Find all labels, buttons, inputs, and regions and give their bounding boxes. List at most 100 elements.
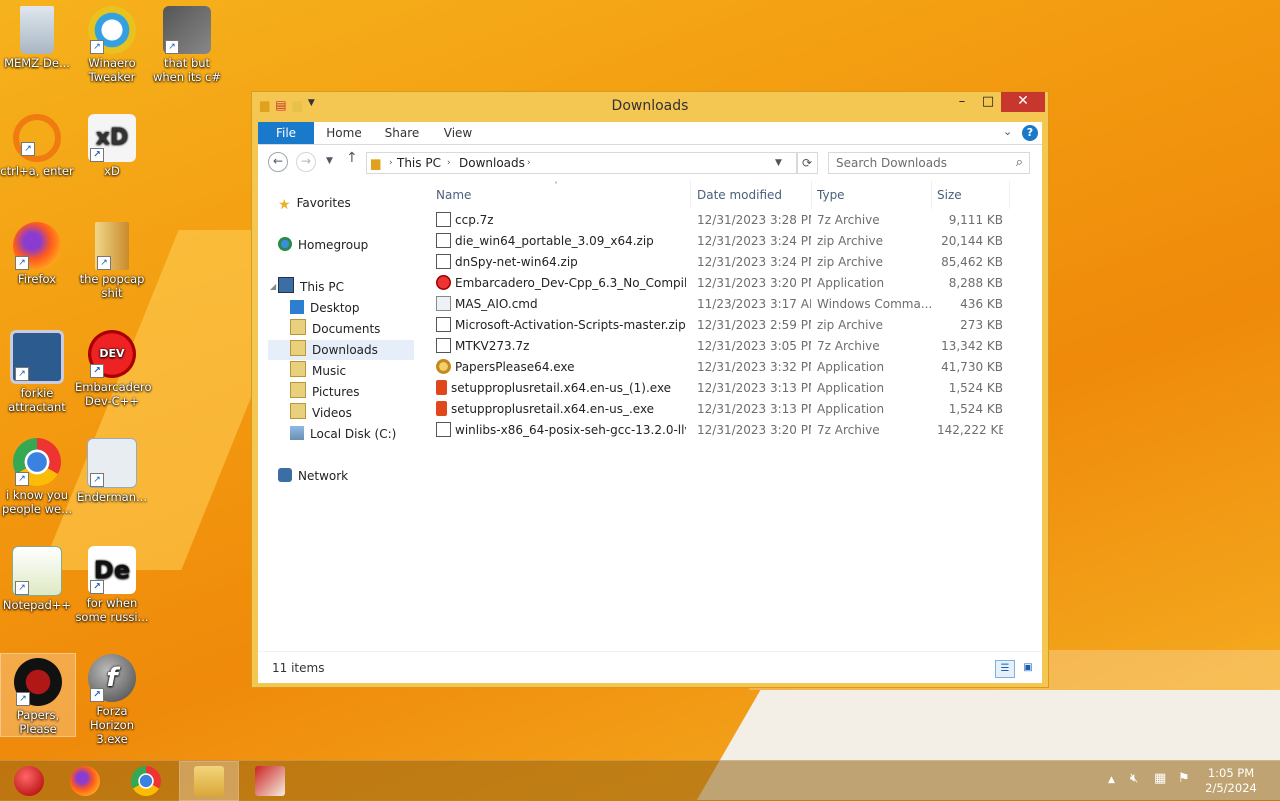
- file-name: ccp.7z: [455, 213, 494, 227]
- file-type: Windows Comma...: [817, 297, 931, 311]
- desktop-icon-that-but[interactable]: ↗ that but when its c#: [150, 6, 224, 84]
- details-view-button[interactable]: ☰: [995, 660, 1015, 678]
- nav-documents[interactable]: Documents: [290, 319, 380, 339]
- file-row[interactable]: MAS_AIO.cmd 11/23/2023 3:17 AM Windows Com…: [430, 294, 1042, 315]
- up-button[interactable]: ↑: [346, 150, 358, 166]
- file-row[interactable]: setupproplusretail.x64.en-us_(1).exe 12/3…: [430, 378, 1042, 399]
- column-header-name[interactable]: Name ˄: [436, 181, 691, 209]
- address-dropdown-icon[interactable]: ▼: [775, 158, 782, 168]
- desktop-icon-memz[interactable]: MEMZ-De...: [0, 6, 74, 70]
- desktop-icon-chrome[interactable]: ↗ i know you people we...: [0, 438, 74, 516]
- show-hidden-icons-button[interactable]: ▲: [1108, 775, 1115, 785]
- desktop-icon-xd[interactable]: xD ↗ xD: [75, 114, 149, 178]
- taskbar-app[interactable]: [241, 762, 299, 800]
- file-row[interactable]: Microsoft-Activation-Scripts-master.zip 1…: [430, 315, 1042, 336]
- file-type: 7z Archive: [817, 339, 880, 353]
- nav-videos[interactable]: Videos: [290, 403, 352, 423]
- desktop-icon-devcpp[interactable]: DEV ↗ Embarcadero Dev-C++: [75, 330, 152, 408]
- file-date: 12/31/2023 3:24 PM: [697, 234, 811, 248]
- title-bar[interactable]: ▆ ▤ ▆ ▼ Downloads – □ ✕: [252, 92, 1048, 120]
- address-bar[interactable]: ▆ › This PC › Downloads › ▼: [366, 152, 798, 174]
- tab-view[interactable]: View: [438, 122, 478, 144]
- clock[interactable]: 1:05 PM 2/5/2024: [1190, 766, 1272, 796]
- file-row[interactable]: PapersPlease64.exe 12/31/2023 3:32 PM Appl…: [430, 357, 1042, 378]
- file-name-cell: setupproplusretail.x64.en-us_(1).exe: [436, 378, 686, 399]
- desktop-icon-de[interactable]: De ↗ for when some russi...: [75, 546, 149, 624]
- archive-zip-icon: [436, 317, 451, 332]
- file-row[interactable]: winlibs-x86_64-posix-seh-gcc-13.2.0-llv.…: [430, 420, 1042, 441]
- start-button[interactable]: [0, 762, 58, 800]
- music-folder-icon: [290, 361, 306, 377]
- taskbar-file-explorer[interactable]: [179, 761, 239, 801]
- column-header-size[interactable]: Size: [937, 181, 1010, 209]
- network-tray-icon[interactable]: ▦: [1154, 771, 1166, 786]
- tab-file[interactable]: File: [258, 122, 314, 144]
- archive-zip-icon: [436, 254, 451, 269]
- back-button[interactable]: ←: [268, 152, 288, 172]
- devcpp-app-icon: [436, 275, 451, 290]
- action-center-flag-icon[interactable]: ⚑: [1178, 771, 1190, 786]
- ribbon: File Home Share View ⌄ ?: [258, 122, 1042, 145]
- breadcrumb-this-pc[interactable]: This PC: [397, 156, 441, 170]
- forward-button[interactable]: →: [296, 152, 316, 172]
- file-row[interactable]: setupproplusretail.x64.en-us_.exe 12/31/2…: [430, 399, 1042, 420]
- nav-desktop[interactable]: Desktop: [290, 298, 360, 318]
- desktop-icon-enderman[interactable]: ↗ Enderman...: [75, 438, 149, 504]
- search-icon: ⌕: [1015, 155, 1023, 170]
- file-name: MAS_AIO.cmd: [455, 297, 538, 311]
- file-row[interactable]: MTKV273.7z 12/31/2023 3:05 PM 7z Archive 13…: [430, 336, 1042, 357]
- taskbar-firefox[interactable]: [56, 762, 114, 800]
- expanded-arrow-icon[interactable]: ◢: [270, 277, 276, 297]
- volume-muted-icon[interactable]: 🔇︎: [1130, 771, 1138, 786]
- file-name: Embarcadero_Dev-Cpp_6.3_No_Compiler...: [455, 276, 686, 290]
- nav-favorites[interactable]: ★ Favorites: [278, 193, 351, 213]
- file-size: 85,462 KB: [941, 255, 1003, 269]
- close-button[interactable]: ✕: [1001, 92, 1045, 112]
- file-row[interactable]: Embarcadero_Dev-Cpp_6.3_No_Compiler... 12…: [430, 273, 1042, 294]
- nav-this-pc[interactable]: ◢ This PC: [270, 277, 344, 297]
- column-header-type[interactable]: Type: [817, 181, 932, 209]
- tab-home[interactable]: Home: [324, 122, 364, 144]
- nav-homegroup[interactable]: Homegroup: [278, 235, 368, 255]
- desktop-icon-forza[interactable]: f ↗ Forza Horizon 3.exe: [75, 654, 149, 746]
- desktop-icon-firefox[interactable]: ↗ Firefox: [0, 222, 74, 286]
- expand-ribbon-icon[interactable]: ⌄: [1003, 125, 1012, 138]
- desktop-icon-forkie[interactable]: ↗ forkie attractant: [0, 330, 74, 414]
- sort-ascending-icon: ˄: [554, 181, 558, 190]
- large-icons-view-button[interactable]: ▣: [1018, 660, 1038, 678]
- search-input[interactable]: Search Downloads ⌕: [828, 152, 1030, 174]
- file-name: MTKV273.7z: [455, 339, 530, 353]
- nav-local-disk[interactable]: Local Disk (C:): [290, 424, 396, 444]
- desktop-icon-papers-please[interactable]: ↗ Papers, Please: [0, 653, 76, 737]
- desktop-icon-winaero[interactable]: ↗ Winaero Tweaker: [75, 6, 149, 84]
- taskbar: ▲ 🔇︎ ▦ ⚑ 1:05 PM 2/5/2024: [0, 760, 1280, 801]
- maximize-button[interactable]: □: [975, 92, 1001, 112]
- desktop-icon-notepadpp[interactable]: ↗ Notepad++: [0, 546, 74, 612]
- minimize-button[interactable]: –: [949, 92, 975, 112]
- file-name: dnSpy-net-win64.zip: [455, 255, 578, 269]
- file-row[interactable]: dnSpy-net-win64.zip 12/31/2023 3:24 PM zip…: [430, 252, 1042, 273]
- chrome-icon: [131, 766, 161, 796]
- breadcrumb-downloads[interactable]: Downloads: [459, 156, 525, 170]
- file-size: 273 KB: [960, 318, 1003, 332]
- desktop-icon-popcap[interactable]: ↗ the popcap shit: [75, 222, 149, 300]
- recycle-bin-icon: [20, 6, 54, 54]
- column-header-date[interactable]: Date modified: [697, 181, 812, 209]
- help-icon[interactable]: ?: [1022, 125, 1038, 141]
- nav-downloads[interactable]: Downloads: [268, 340, 414, 360]
- recent-locations-icon[interactable]: ▼: [326, 156, 333, 166]
- refresh-button[interactable]: ⟳: [796, 152, 818, 174]
- file-row[interactable]: die_win64_portable_3.09_x64.zip 12/31/202…: [430, 231, 1042, 252]
- de-icon: De ↗: [88, 546, 136, 594]
- file-type: zip Archive: [817, 318, 883, 332]
- chevron-right-icon: ›: [527, 158, 531, 168]
- file-name: PapersPlease64.exe: [455, 360, 575, 374]
- nav-pictures[interactable]: Pictures: [290, 382, 360, 402]
- taskbar-chrome[interactable]: [117, 762, 175, 800]
- tab-share[interactable]: Share: [382, 122, 422, 144]
- nav-music[interactable]: Music: [290, 361, 346, 381]
- file-row[interactable]: ccp.7z 12/31/2023 3:28 PM 7z Archive 9,111 …: [430, 210, 1042, 231]
- desktop-icon-ctrl-a[interactable]: ↗ ctrl+a, enter: [0, 114, 74, 178]
- nav-network[interactable]: Network: [278, 466, 348, 486]
- file-date: 12/31/2023 2:59 PM: [697, 318, 811, 332]
